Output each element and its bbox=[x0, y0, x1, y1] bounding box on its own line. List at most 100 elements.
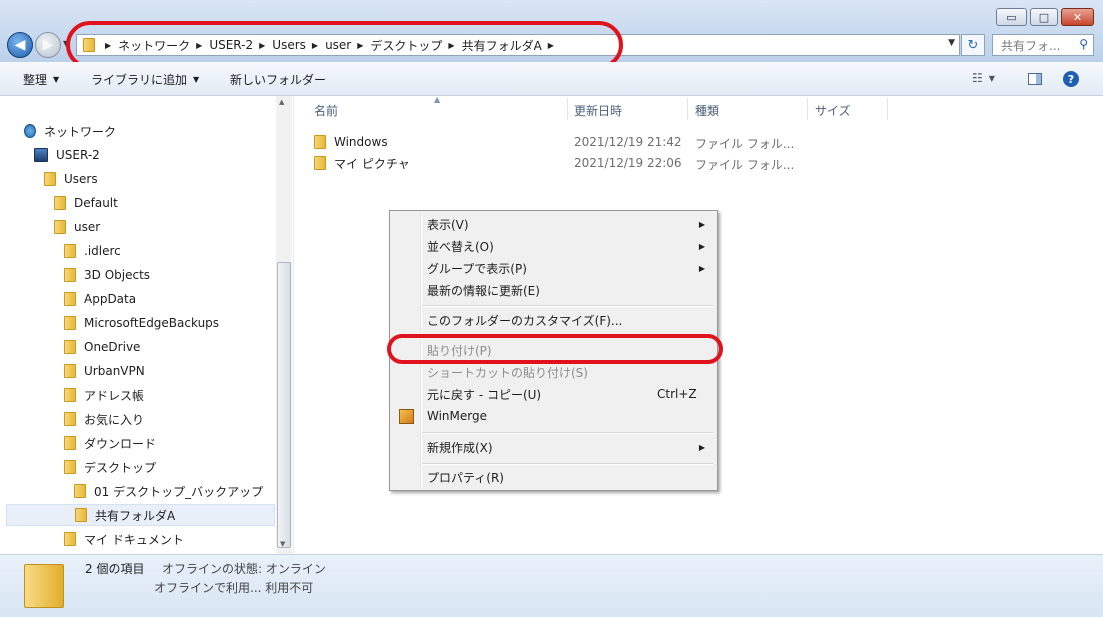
search-placeholder: 共有フォ... bbox=[1001, 38, 1061, 53]
column-header-modified[interactable]: 更新日時 bbox=[574, 102, 622, 119]
sidebar-item[interactable]: ネットワーク bbox=[24, 120, 116, 142]
sidebar-item[interactable]: UrbanVPN bbox=[64, 360, 145, 382]
menu-item-properties[interactable]: プロパティ(R) bbox=[392, 466, 715, 488]
column-header-name[interactable]: 名前 bbox=[314, 102, 338, 119]
refresh-icon: ↻ bbox=[967, 37, 979, 53]
file-type: ファイル フォル... bbox=[695, 137, 795, 151]
breadcrumb: ▶ ネットワーク ▶ USER-2 ▶ Users ▶ user ▶ デスクトップ ▶ 共有フォルダA… bbox=[99, 37, 561, 54]
column-header-size[interactable]: サイズ bbox=[815, 102, 851, 119]
menu-item-label: WinMerge bbox=[427, 409, 487, 423]
sidebar-item[interactable]: USER-2 bbox=[34, 144, 100, 166]
search-input[interactable]: 共有フォ... ⚲ bbox=[992, 34, 1094, 56]
menu-item-view[interactable]: 表示(V) ▶ bbox=[392, 213, 715, 235]
sidebar-item[interactable]: 共有フォルダA bbox=[6, 504, 275, 526]
sidebar-item[interactable]: ダウンロード bbox=[64, 432, 156, 454]
sidebar-item-label: 01 デスクトップ_バックアップ bbox=[94, 484, 264, 499]
breadcrumb-item[interactable]: ▶ ネットワーク bbox=[105, 37, 190, 54]
favorites-folder-icon bbox=[64, 412, 76, 426]
menu-item-undo[interactable]: 元に戻す - コピー(U) Ctrl+Z bbox=[392, 383, 715, 405]
sidebar-item[interactable]: アドレス帳 bbox=[64, 384, 144, 406]
forward-button[interactable]: ▶ bbox=[35, 32, 61, 58]
back-button[interactable]: ◀ bbox=[7, 32, 33, 58]
submenu-arrow-icon: ▶ bbox=[698, 263, 705, 273]
close-button[interactable]: ✕ bbox=[1061, 8, 1094, 26]
breadcrumb-separator-icon[interactable]: ▶ bbox=[105, 41, 111, 50]
menu-item-group[interactable]: グループで表示(P) ▶ bbox=[392, 257, 715, 279]
breadcrumb-item[interactable]: ▶ 共有フォルダA bbox=[448, 37, 541, 54]
organize-button[interactable]: 整理 ▼ bbox=[23, 71, 59, 88]
organize-label: 整理 bbox=[23, 73, 48, 87]
file-row[interactable]: マイ ピクチャ bbox=[314, 153, 410, 173]
sidebar-item[interactable]: .idlerc bbox=[64, 240, 121, 262]
breadcrumb-separator-icon[interactable]: ▶ bbox=[312, 41, 318, 50]
column-divider[interactable] bbox=[687, 98, 688, 120]
breadcrumb-separator-icon[interactable]: ▶ bbox=[548, 41, 554, 50]
column-header-type[interactable]: 種類 bbox=[695, 102, 719, 119]
sidebar-item[interactable]: マイ ドキュメント bbox=[64, 528, 184, 550]
sidebar-item-label: お気に入り bbox=[84, 412, 145, 427]
sidebar-item[interactable]: OneDrive bbox=[64, 336, 140, 358]
menu-separator bbox=[422, 335, 713, 337]
address-bar[interactable]: ▶ ネットワーク ▶ USER-2 ▶ Users ▶ user ▶ デスクトップ ▶ 共有フォルダA… bbox=[76, 34, 960, 56]
menu-item-new[interactable]: 新規作成(X) ▶ bbox=[392, 436, 715, 458]
sidebar-item[interactable]: Users bbox=[44, 168, 98, 190]
file-modified: 2021/12/19 21:42 bbox=[574, 135, 682, 149]
title-bar: ▭ □ ✕ ◀ ▶ ▼ ▶ ネットワーク ▶ USER-2 ▶ Users ▶ user ▶ デス… bbox=[0, 0, 1103, 62]
sidebar-scroll-thumb[interactable] bbox=[277, 262, 291, 548]
sidebar-item[interactable]: user bbox=[54, 216, 100, 238]
view-options-button[interactable]: ☷ ▼ bbox=[972, 71, 995, 85]
chevron-down-icon: ▼ bbox=[193, 75, 200, 84]
menu-item-refresh[interactable]: 最新の情報に更新(E) bbox=[392, 279, 715, 301]
breadcrumb-end[interactable]: ▶ bbox=[548, 37, 561, 54]
breadcrumb-separator-icon[interactable]: ▶ bbox=[357, 41, 363, 50]
breadcrumb-item[interactable]: ▶ USER-2 bbox=[196, 37, 253, 54]
file-row[interactable]: Windows bbox=[314, 132, 388, 152]
chevron-down-icon: ▼ bbox=[53, 75, 60, 84]
folder-icon bbox=[24, 564, 64, 608]
sidebar-item[interactable]: MicrosoftEdgeBackups bbox=[64, 312, 219, 334]
preview-pane-icon[interactable] bbox=[1028, 73, 1042, 85]
scroll-down-icon[interactable]: ▼ bbox=[280, 540, 285, 548]
search-icon[interactable]: ⚲ bbox=[1079, 37, 1088, 51]
menu-item-customize[interactable]: このフォルダーのカスタマイズ(F)... bbox=[392, 309, 715, 331]
recent-pages-dropdown-icon[interactable]: ▼ bbox=[63, 39, 69, 48]
new-folder-button[interactable]: 新しいフォルダー bbox=[230, 71, 326, 88]
maximize-button[interactable]: □ bbox=[1030, 8, 1058, 26]
sidebar-item-label: Users bbox=[64, 172, 98, 186]
sidebar-item[interactable]: デスクトップ bbox=[64, 456, 156, 478]
sidebar-item-label: OneDrive bbox=[84, 340, 141, 354]
breadcrumb-item[interactable]: ▶ デスクトップ bbox=[357, 37, 442, 54]
breadcrumb-item[interactable]: ▶ Users bbox=[259, 37, 306, 54]
breadcrumb-item[interactable]: ▶ user bbox=[312, 37, 351, 54]
breadcrumb-separator-icon[interactable]: ▶ bbox=[196, 41, 202, 50]
status-bar: 2 個の項目 オフラインの状態: オンライン オフラインで利用... 利用不可 bbox=[0, 554, 1103, 617]
sidebar-item[interactable]: 01 デスクトップ_バックアップ bbox=[74, 480, 263, 502]
breadcrumb-label: USER-2 bbox=[209, 38, 254, 52]
breadcrumb-label: デスクトップ bbox=[370, 38, 443, 53]
menu-item-sort[interactable]: 並べ替え(O) ▶ bbox=[392, 235, 715, 257]
folder-icon bbox=[64, 316, 76, 330]
item-count: 2 個の項目 bbox=[85, 562, 145, 576]
breadcrumb-separator-icon[interactable]: ▶ bbox=[448, 41, 454, 50]
column-divider[interactable] bbox=[887, 98, 888, 120]
menu-separator bbox=[422, 463, 713, 465]
column-divider[interactable] bbox=[567, 98, 568, 120]
scroll-up-icon[interactable]: ▲ bbox=[279, 98, 284, 106]
menu-item-paste[interactable]: 貼り付け(P) bbox=[392, 339, 715, 361]
sidebar-item[interactable]: AppData bbox=[64, 288, 136, 310]
breadcrumb-label: ネットワーク bbox=[118, 38, 191, 53]
downloads-folder-icon bbox=[64, 436, 76, 450]
menu-item-winmerge[interactable]: WinMerge bbox=[392, 405, 715, 427]
sidebar-item[interactable]: Default bbox=[54, 192, 118, 214]
breadcrumb-separator-icon[interactable]: ▶ bbox=[259, 41, 265, 50]
sidebar-item[interactable]: お気に入り bbox=[64, 408, 144, 430]
breadcrumb-label: user bbox=[325, 38, 352, 52]
column-divider[interactable] bbox=[807, 98, 808, 120]
menu-item-paste-shortcut[interactable]: ショートカットの貼り付け(S) bbox=[392, 361, 715, 383]
add-to-library-button[interactable]: ライブラリに追加 ▼ bbox=[91, 71, 199, 88]
address-dropdown-icon[interactable]: ▼ bbox=[948, 38, 955, 48]
minimize-button[interactable]: ▭ bbox=[996, 8, 1027, 26]
sidebar-item[interactable]: 3D Objects bbox=[64, 264, 150, 286]
refresh-button[interactable]: ↻ bbox=[961, 34, 985, 56]
help-icon[interactable]: ? bbox=[1063, 71, 1079, 87]
